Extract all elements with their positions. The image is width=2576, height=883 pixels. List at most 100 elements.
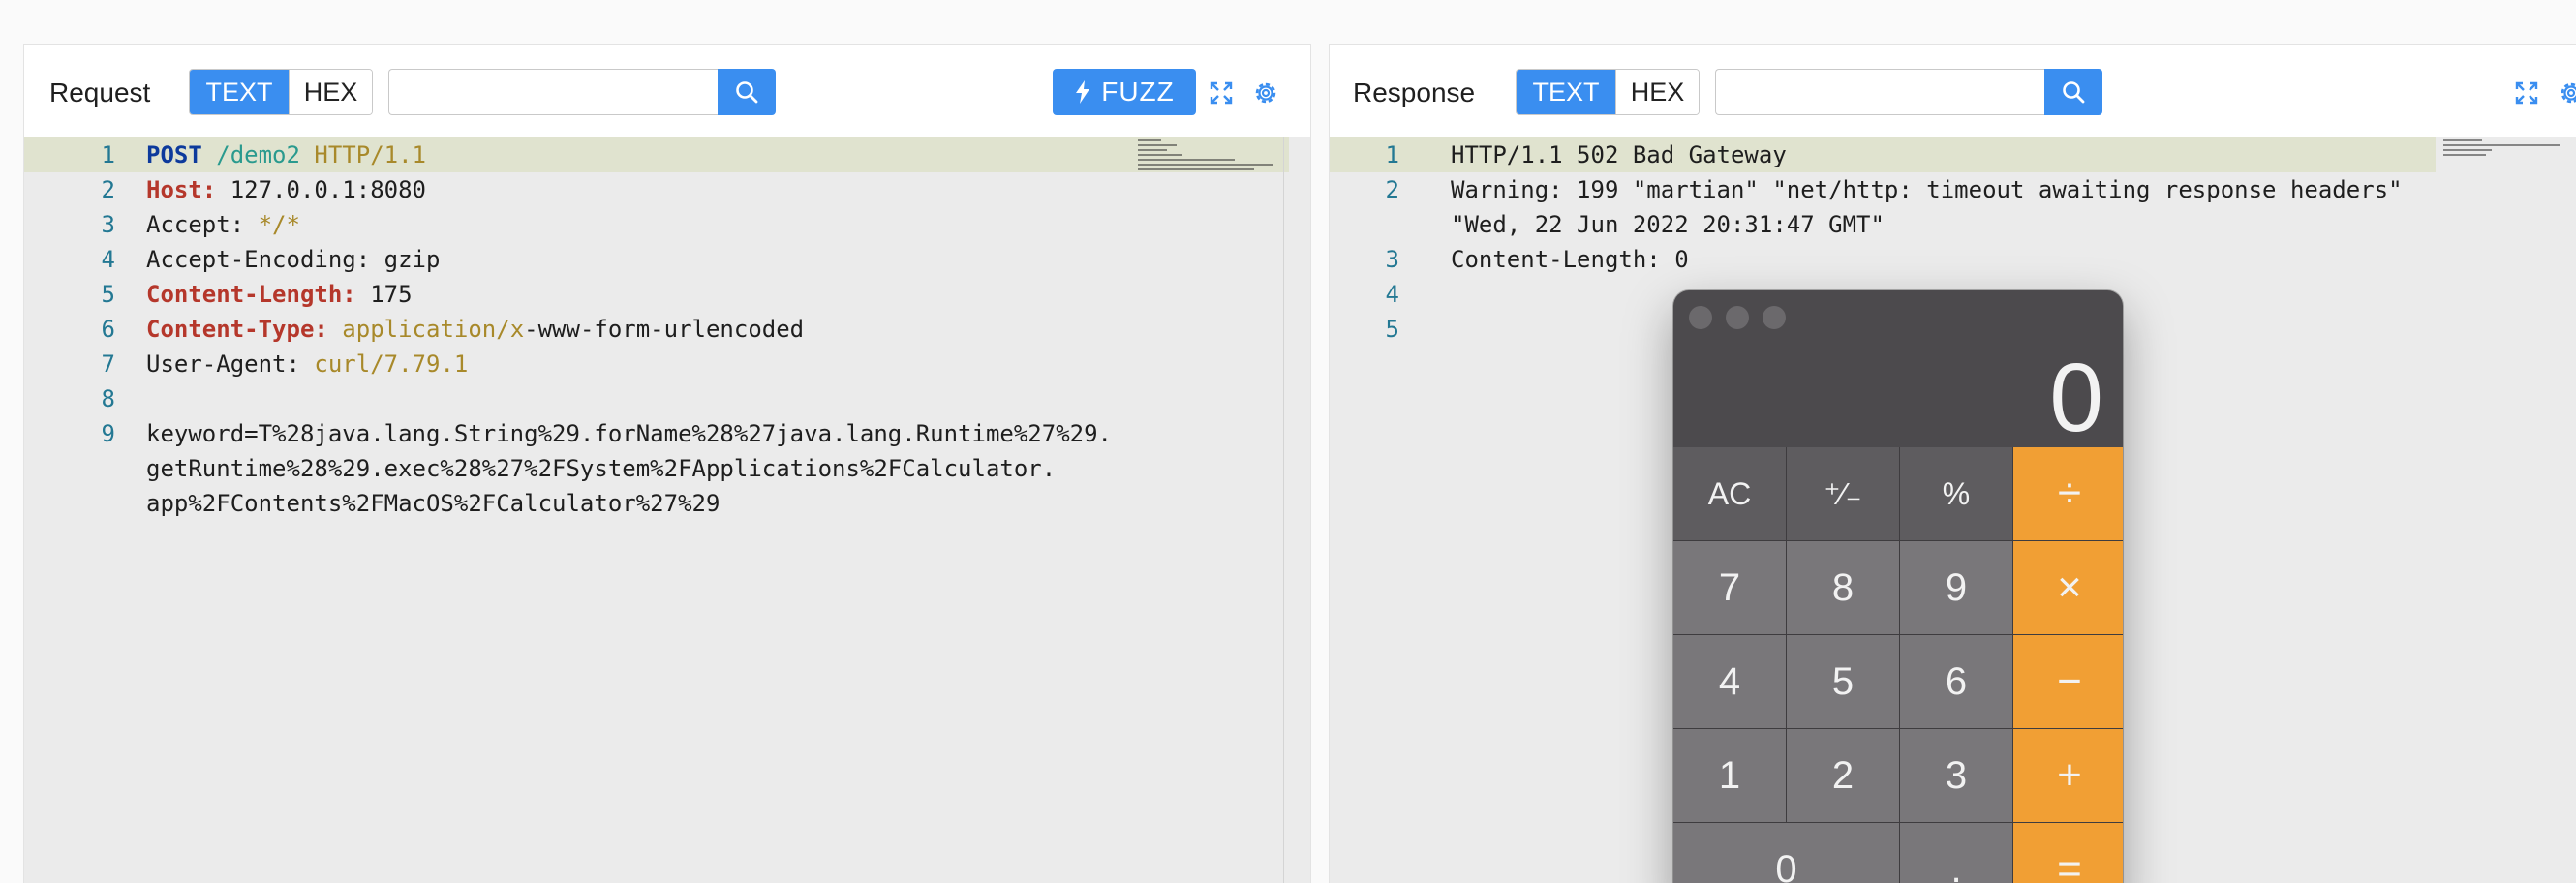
close-window-button[interactable] — [1689, 306, 1712, 329]
header-value: curl/7.79.1 — [314, 350, 469, 378]
calculator-keypad: AC ⁺∕₋ % ÷ 7 8 9 × 4 5 6 − 1 2 3 + 0 . = — [1673, 447, 2123, 883]
digit-0-key[interactable]: 0 — [1673, 823, 1899, 883]
header-line: Content-Type: application/x-www-form-url… — [146, 312, 804, 347]
http-version: HTTP/1.1 — [314, 141, 426, 168]
digit-2-key[interactable]: 2 — [1787, 729, 1899, 822]
header-key: Content-Type: — [146, 316, 328, 343]
line-number: 5 — [1385, 316, 1399, 343]
digit-4-key[interactable]: 4 — [1673, 635, 1786, 728]
window-controls — [1689, 306, 1786, 329]
response-search-button[interactable] — [2044, 69, 2102, 115]
header-line: User-Agent: curl/7.79.1 — [146, 347, 468, 381]
request-hex-tab[interactable]: HEX — [289, 70, 372, 114]
search-icon — [736, 81, 758, 104]
header-line-wrap: "Wed, 22 Jun 2022 20:31:47 GMT" — [1451, 211, 1885, 238]
request-line: POST /demo2 HTTP/1.1 — [146, 137, 426, 172]
digit-3-key[interactable]: 3 — [1900, 729, 2012, 822]
subtract-key[interactable]: − — [2013, 635, 2123, 728]
header-line: Host: 127.0.0.1:8080 — [146, 172, 426, 207]
calculator-window[interactable]: 0 AC ⁺∕₋ % ÷ 7 8 9 × 4 5 6 − 1 2 3 + 0 .… — [1673, 290, 2123, 883]
percent-key[interactable]: % — [1900, 447, 2012, 540]
request-search — [388, 69, 776, 115]
header-key: Accept: — [146, 211, 245, 238]
response-title: Response — [1353, 77, 1476, 107]
header-value: gzip — [383, 246, 441, 273]
body-line: keyword=T%28java.lang.String%29.forName%… — [146, 420, 1112, 447]
line-number: 1 — [1385, 141, 1399, 168]
line-number: 9 — [101, 420, 115, 447]
body-line: app%2FContents%2FMacOS%2FCalculator%27%2… — [146, 490, 721, 517]
http-method: POST — [146, 141, 202, 168]
response-search-input[interactable] — [1715, 69, 2044, 115]
request-title: Request — [49, 77, 151, 107]
header-line: Warning: 199 "martian" "net/http: timeou… — [1451, 176, 2403, 203]
digit-8-key[interactable]: 8 — [1787, 541, 1899, 634]
header-key: Content-Length: — [146, 281, 356, 308]
clear-key[interactable]: AC — [1673, 447, 1786, 540]
status-line: HTTP/1.1 502 Bad Gateway — [1451, 141, 1787, 168]
response-view-toggle: TEXT HEX — [1516, 69, 1700, 115]
header-value: */* — [258, 211, 300, 238]
minimize-window-button[interactable] — [1726, 306, 1749, 329]
divide-key[interactable]: ÷ — [2013, 447, 2123, 540]
header-line: Accept-Encoding: gzip — [146, 242, 440, 277]
response-toolbar: Response TEXT HEX — [1330, 45, 2576, 137]
line-number: 3 — [101, 211, 115, 238]
fuzz-button[interactable]: FUZZ — [1053, 69, 1196, 115]
fullscreen-icon[interactable] — [2513, 79, 2540, 107]
lightning-icon — [1076, 80, 1090, 104]
line-number: 5 — [101, 281, 115, 308]
header-line: Accept: */* — [146, 207, 300, 242]
request-search-input[interactable] — [388, 69, 718, 115]
response-hex-tab[interactable]: HEX — [1615, 70, 1699, 114]
response-minimap[interactable] — [2443, 139, 2569, 186]
header-key: Accept-Encoding: — [146, 246, 371, 273]
header-key: Host: — [146, 176, 217, 203]
line-number: 4 — [101, 246, 115, 273]
digit-6-key[interactable]: 6 — [1900, 635, 2012, 728]
body-line: getRuntime%28%29.exec%28%27%2FSystem%2FA… — [146, 455, 1057, 482]
request-view-toggle: TEXT HEX — [189, 69, 373, 115]
line-number: 7 — [101, 350, 115, 378]
multiply-key[interactable]: × — [2013, 541, 2123, 634]
gear-icon[interactable] — [2558, 79, 2576, 107]
equals-key[interactable]: = — [2013, 823, 2123, 883]
request-panel: Request TEXT HEX FUZZ 1 2 3 4 5 6 7 8 9 … — [23, 44, 1311, 883]
header-line: Content-Length: 0 — [1451, 246, 1689, 273]
line-number: 6 — [101, 316, 115, 343]
line-number: 2 — [1385, 176, 1399, 203]
editor-scrollbar-track[interactable] — [1283, 137, 1284, 883]
response-text-tab[interactable]: TEXT — [1517, 70, 1615, 114]
request-editor[interactable]: 1 2 3 4 5 6 7 8 9 POST /demo2 HTTP/1.1 H… — [24, 137, 1310, 883]
request-text-tab[interactable]: TEXT — [190, 70, 289, 114]
line-number: 1 — [101, 141, 115, 168]
line-number: 2 — [101, 176, 115, 203]
digit-5-key[interactable]: 5 — [1787, 635, 1899, 728]
header-key: User-Agent: — [146, 350, 300, 378]
request-toolbar: Request TEXT HEX FUZZ — [24, 45, 1310, 137]
response-search — [1715, 69, 2102, 115]
request-minimap[interactable] — [1138, 139, 1283, 186]
calculator-display: 0 — [2049, 344, 2103, 452]
header-value: -www-form-urlencoded — [524, 316, 805, 343]
header-value: application/x — [342, 316, 525, 343]
header-value: 175 — [370, 281, 413, 308]
line-number: 3 — [1385, 246, 1399, 273]
fullscreen-icon[interactable] — [1208, 79, 1235, 107]
gear-icon[interactable] — [1252, 79, 1279, 107]
digit-1-key[interactable]: 1 — [1673, 729, 1786, 822]
zoom-window-button[interactable] — [1763, 306, 1786, 329]
request-path: /demo2 — [216, 141, 300, 168]
request-search-button[interactable] — [718, 69, 776, 115]
header-value: 127.0.0.1:8080 — [230, 176, 426, 203]
line-number: 8 — [101, 385, 115, 412]
search-icon — [2063, 81, 2085, 104]
digit-9-key[interactable]: 9 — [1900, 541, 2012, 634]
decimal-key[interactable]: . — [1900, 823, 2012, 883]
sign-key[interactable]: ⁺∕₋ — [1787, 447, 1899, 540]
fuzz-label: FUZZ — [1101, 76, 1175, 107]
line-number: 4 — [1385, 281, 1399, 308]
header-line: Content-Length: 175 — [146, 277, 413, 312]
add-key[interactable]: + — [2013, 729, 2123, 822]
digit-7-key[interactable]: 7 — [1673, 541, 1786, 634]
